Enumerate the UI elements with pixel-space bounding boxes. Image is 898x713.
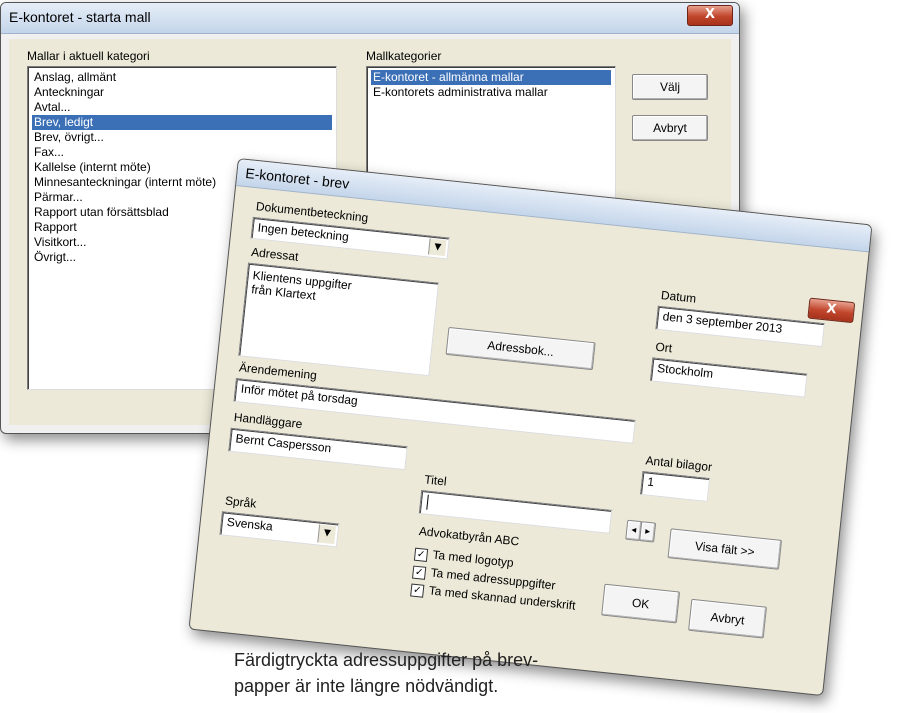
handler-field[interactable]: Bernt Caspersson <box>228 427 408 471</box>
letter-title: E-kontoret - brev <box>244 164 351 192</box>
chevron-down-icon[interactable]: ▼ <box>317 524 337 545</box>
subject-value: Inför mötet på torsdag <box>240 381 359 408</box>
place-value: Stockholm <box>656 361 714 381</box>
caption-line-1: Färdigtryckta adressuppgifter på brev- <box>234 650 539 670</box>
date-value: den 3 september 2013 <box>662 309 783 336</box>
place-field[interactable]: Stockholm <box>649 357 808 398</box>
template-list-item[interactable]: Fax... <box>32 145 332 160</box>
caption-line-2: papper är inte längre nödvändigt. <box>234 676 499 696</box>
handler-label: Handläggare <box>233 410 303 432</box>
language-value: Svenska <box>226 514 274 534</box>
language-dropdown[interactable]: Svenska ▼ <box>219 511 340 548</box>
date-field[interactable]: den 3 september 2013 <box>655 305 825 348</box>
start-template-title: E-kontoret - starta mall <box>9 9 151 25</box>
choose-button[interactable]: Välj <box>632 74 708 100</box>
show-fields-button[interactable]: Visa fält >> <box>667 528 783 570</box>
attachments-field[interactable]: 1 <box>639 470 711 502</box>
attachments-label: Antal bilagor <box>644 453 713 475</box>
category-list-item[interactable]: E-kontorets administrativa mallar <box>371 85 611 100</box>
category-list-item[interactable]: E-kontoret - allmänna mallar <box>371 70 611 85</box>
template-list-item[interactable]: Brev, ledigt <box>32 115 332 130</box>
language-label: Språk <box>224 493 258 511</box>
date-label: Datum <box>660 288 697 306</box>
categories-label: Mallkategorier <box>366 49 442 63</box>
title-label: Titel <box>423 472 448 489</box>
addressee-field[interactable]: Klientens uppgifter från Klartext <box>238 262 440 377</box>
letter-cancel-button[interactable]: Avbryt <box>688 598 767 639</box>
check-icon[interactable]: ✓ <box>411 565 427 580</box>
check-icon[interactable]: ✓ <box>413 547 429 562</box>
attachments-value: 1 <box>646 474 655 490</box>
next-arrow-button[interactable]: ► <box>639 521 657 543</box>
cancel-button[interactable]: Avbryt <box>632 115 708 141</box>
template-list-item[interactable]: Anteckningar <box>32 85 332 100</box>
templates-label: Mallar i aktuell kategori <box>27 49 150 63</box>
handler-value: Bernt Caspersson <box>234 431 332 456</box>
chevron-down-icon[interactable]: ▼ <box>427 238 447 257</box>
text-cursor <box>426 494 429 510</box>
template-list-item[interactable]: Anslag, allmänt <box>32 70 332 85</box>
letter-close-button[interactable]: X <box>807 297 856 324</box>
close-button[interactable]: X <box>687 5 733 26</box>
address-book-button[interactable]: Adressbok... <box>445 326 596 371</box>
letter-window: E-kontoret - brev X Dokumentbeteckning I… <box>188 158 873 697</box>
check-icon[interactable]: ✓ <box>410 583 425 598</box>
template-list-item[interactable]: Avtal... <box>32 100 332 115</box>
addressee-label: Adressat <box>250 244 300 264</box>
place-label: Ort <box>654 339 673 356</box>
template-list-item[interactable]: Brev, övrigt... <box>32 130 332 145</box>
ok-button[interactable]: OK <box>601 583 681 624</box>
start-template-titlebar[interactable]: E-kontoret - starta mall X <box>1 3 739 34</box>
doc-value: Ingen beteckning <box>257 220 350 244</box>
company-name: Advokatbyrån ABC <box>418 524 520 549</box>
